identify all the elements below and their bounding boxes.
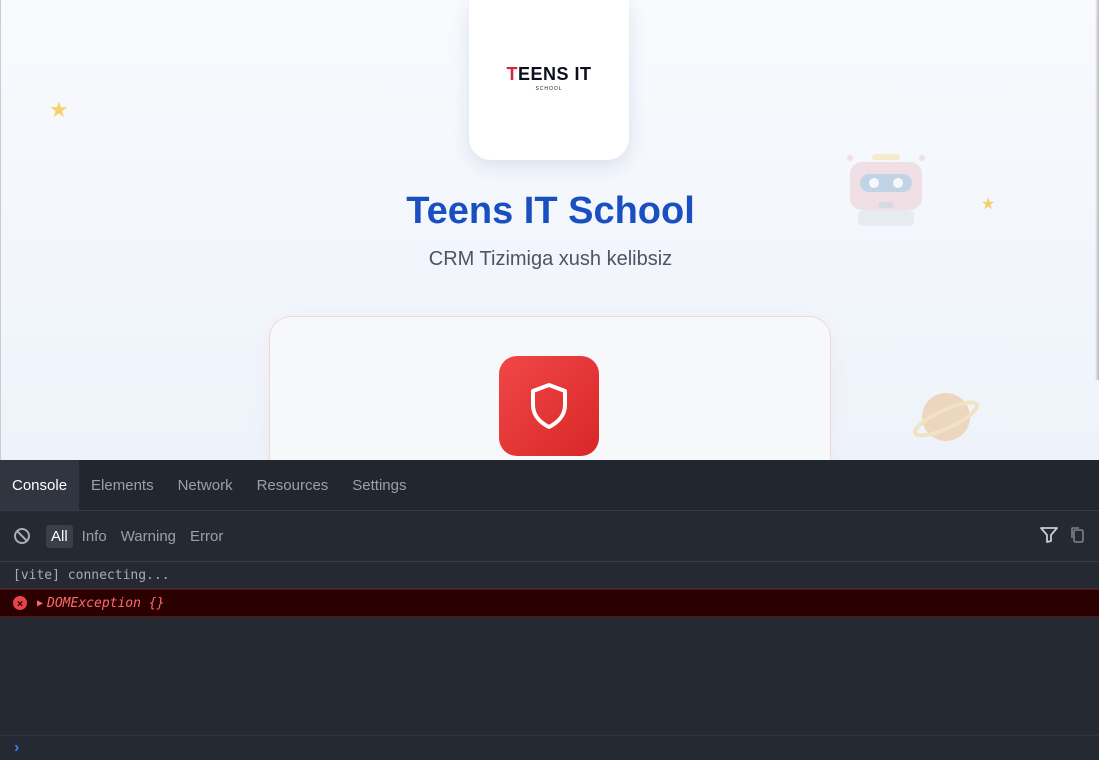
page-title: Teens IT School	[406, 190, 695, 232]
console-input[interactable]: ›	[0, 735, 1099, 760]
filter-error[interactable]: Error	[185, 525, 228, 548]
clear-console-button[interactable]	[12, 526, 32, 546]
filter-all[interactable]: All	[46, 524, 73, 548]
prompt-chevron-icon: ›	[14, 739, 20, 756]
filter-warning[interactable]: Warning	[116, 525, 181, 548]
page-viewport: ★ ★ TEENS IT SCHOOL Teens IT School CRM …	[0, 0, 1099, 460]
clear-console-icon	[14, 528, 30, 544]
shield-icon	[531, 383, 567, 429]
school-logo: TEENS IT	[506, 64, 592, 84]
star-icon: ★	[49, 97, 69, 122]
console-filter-bar: All Info Warning Error	[0, 511, 1099, 562]
expand-arrow-icon[interactable]: ▶	[37, 598, 43, 609]
tab-network[interactable]: Network	[166, 460, 245, 510]
console-log-row: [vite] connecting...	[0, 562, 1099, 589]
tab-elements[interactable]: Elements	[79, 460, 166, 510]
error-icon: ×	[13, 596, 27, 610]
copy-icon[interactable]	[1069, 526, 1085, 544]
filter-info[interactable]: Info	[77, 525, 112, 548]
tab-resources[interactable]: Resources	[245, 460, 341, 510]
devtools-tab-bar: Console Elements Network Resources Setti…	[0, 460, 1099, 511]
log-text: [vite] connecting...	[13, 567, 170, 583]
school-logo-card: TEENS IT SCHOOL	[469, 0, 629, 160]
planet-icon	[912, 393, 980, 441]
school-logo-subtext: SCHOOL	[535, 86, 563, 92]
console-tools	[1039, 526, 1085, 544]
tab-console[interactable]: Console	[0, 460, 80, 510]
filter-icon[interactable]	[1039, 526, 1059, 544]
shield-badge	[499, 356, 599, 456]
page-subtitle: CRM Tizimiga xush kelibsiz	[428, 248, 673, 270]
tab-settings[interactable]: Settings	[340, 460, 418, 510]
error-text: DOMException {}	[47, 595, 165, 611]
console-error-row[interactable]: × ▶ DOMException {}	[0, 589, 1099, 617]
devtools-panel: Console Elements Network Resources Setti…	[0, 460, 1099, 760]
